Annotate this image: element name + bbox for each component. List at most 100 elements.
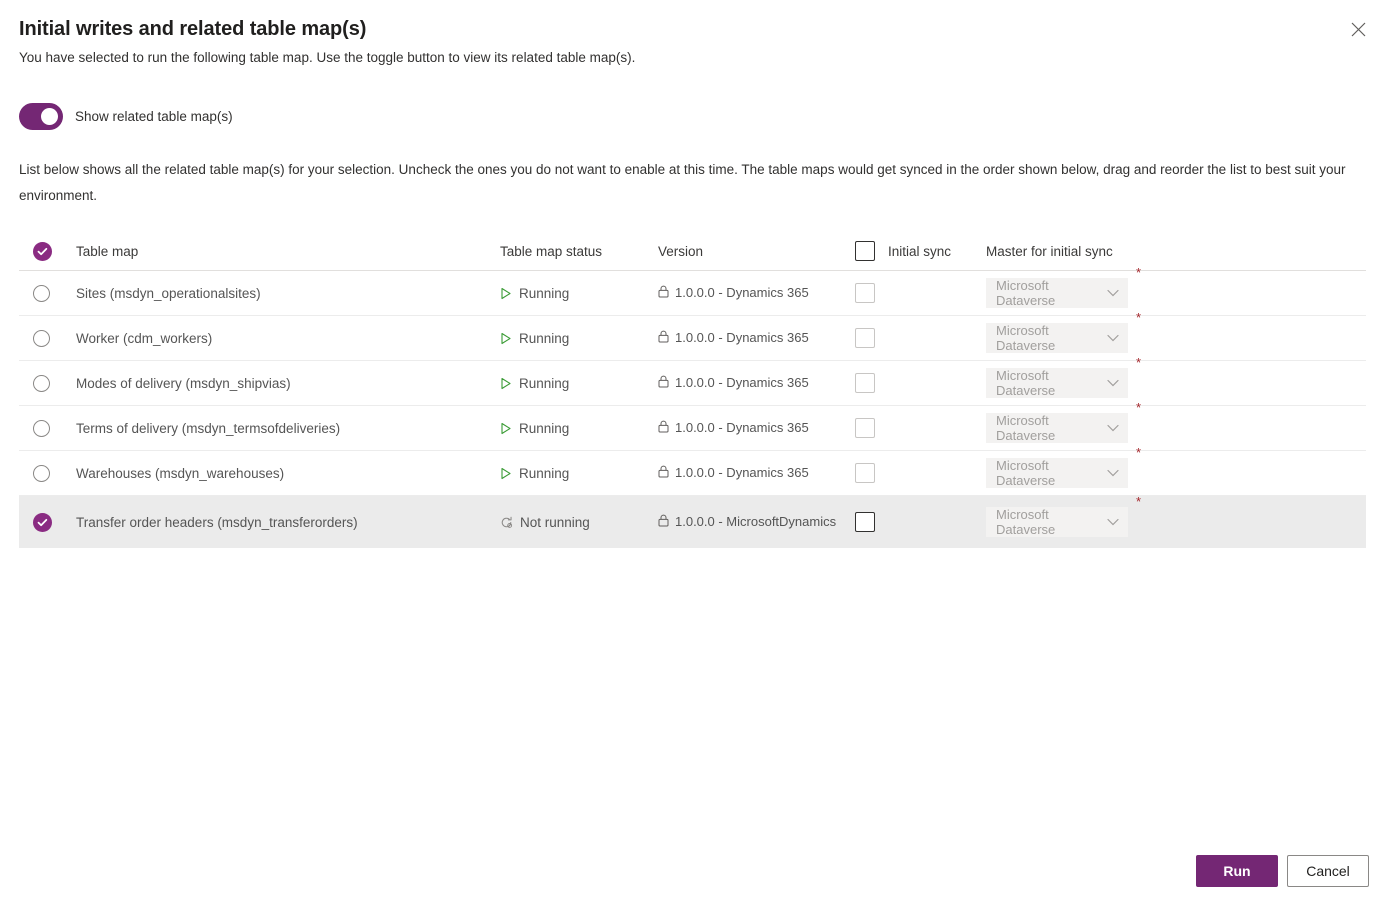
initial-sync-checkbox (855, 283, 875, 303)
table-map-name: Terms of delivery (msdyn_termsofdeliveri… (76, 420, 341, 436)
row-select-circle[interactable] (33, 419, 50, 437)
required-asterisk: * (1136, 400, 1142, 415)
header-master-for-initial-sync: Master for initial sync (986, 243, 1113, 259)
initial-sync-checkbox (855, 328, 875, 348)
master-dropdown-value: Microsoft Dataverse (996, 507, 1056, 537)
initial-sync-checkbox (855, 418, 875, 438)
table-map-name: Transfer order headers (msdyn_transferor… (76, 514, 358, 530)
show-related-table-maps-toggle[interactable] (19, 103, 63, 130)
lock-icon (658, 512, 669, 532)
master-for-initial-sync-cell: Microsoft Dataverse * (969, 495, 1366, 537)
table-row[interactable]: Worker (cdm_workers) Running 1.0.0.0 - Dyn… (19, 311, 1366, 361)
row-selected-checkmark-icon[interactable] (33, 512, 52, 532)
version-text: 1.0.0.0 - Dynamics 365 (675, 375, 809, 390)
table-map-status-text: Running (519, 285, 570, 301)
related-table-maps-table: Table map Table map status Version Initi… (19, 232, 1366, 548)
table-map-name: Warehouses (msdyn_warehouses) (76, 465, 285, 481)
run-button[interactable]: Run (1196, 855, 1278, 887)
table-row[interactable]: Transfer order headers (msdyn_transferor… (19, 495, 1366, 548)
table-map-status-cell: Not running (500, 515, 658, 530)
initial-sync-checkbox[interactable] (855, 512, 875, 532)
initial-sync-checkbox (855, 463, 875, 483)
close-icon (1351, 22, 1366, 40)
header-initial-sync-checkbox[interactable] (855, 241, 875, 261)
version-cell: 1.0.0.0 - Dynamics 365 (658, 418, 838, 438)
row-select-cell (19, 284, 76, 302)
required-asterisk: * (1136, 445, 1142, 460)
master-dropdown-value: Microsoft Dataverse (996, 458, 1056, 488)
header-table-map: Table map (76, 243, 139, 259)
row-select-circle[interactable] (33, 329, 50, 347)
version-cell: 1.0.0.0 - MicrosoftDynamics (658, 512, 838, 532)
master-for-initial-sync-cell: Microsoft Dataverse * (969, 266, 1366, 308)
lock-icon (658, 463, 669, 483)
master-dropdown-wrap: Microsoft Dataverse * (986, 311, 1141, 353)
required-asterisk: * (1136, 265, 1142, 280)
play-icon (500, 377, 512, 390)
table-map-status-text: Running (519, 330, 570, 346)
table-row[interactable]: Terms of delivery (msdyn_termsofdeliveri… (19, 401, 1366, 451)
table-map-status-cell: Running (500, 286, 658, 301)
master-dropdown-value: Microsoft Dataverse (996, 368, 1056, 398)
row-select-cell (19, 419, 76, 437)
version-text: 1.0.0.0 - Dynamics 365 (675, 330, 809, 345)
table-map-status-cell: Running (500, 466, 658, 481)
row-select-cell (19, 464, 76, 482)
dialog-subtitle: You have selected to run the following t… (19, 50, 636, 65)
show-related-toggle-row: Show related table map(s) (19, 103, 233, 130)
table-map-name: Worker (cdm_workers) (76, 330, 213, 346)
play-icon (500, 467, 512, 480)
row-select-circle[interactable] (33, 284, 50, 302)
row-select-circle[interactable] (33, 464, 50, 482)
version-cell: 1.0.0.0 - Dynamics 365 (658, 283, 838, 303)
master-dropdown-value: Microsoft Dataverse (996, 278, 1056, 308)
version-cell: 1.0.0.0 - Dynamics 365 (658, 463, 838, 483)
master-dropdown-value: Microsoft Dataverse (996, 323, 1056, 353)
table-map-status-cell: Running (500, 376, 658, 391)
chevron-down-icon (1107, 379, 1119, 387)
lock-icon (658, 418, 669, 438)
row-select-cell (19, 374, 76, 392)
required-asterisk: * (1136, 310, 1142, 325)
master-for-initial-sync-cell: Microsoft Dataverse * (969, 401, 1366, 443)
chevron-down-icon (1107, 334, 1119, 342)
master-dropdown-wrap: Microsoft Dataverse * (986, 495, 1141, 537)
master-dropdown-wrap: Microsoft Dataverse * (986, 446, 1141, 488)
table-map-status-cell: Running (500, 331, 658, 346)
table-map-name: Modes of delivery (msdyn_shipvias) (76, 375, 291, 391)
required-asterisk: * (1136, 355, 1142, 370)
row-select-circle[interactable] (33, 374, 50, 392)
select-all-checkmark-icon[interactable] (33, 241, 52, 261)
master-for-initial-sync-dropdown: Microsoft Dataverse (986, 413, 1128, 443)
toggle-knob (41, 108, 58, 125)
version-text: 1.0.0.0 - Dynamics 365 (675, 285, 809, 300)
required-asterisk: * (1136, 494, 1142, 509)
version-cell: 1.0.0.0 - Dynamics 365 (658, 328, 838, 348)
cancel-button[interactable]: Cancel (1287, 855, 1369, 887)
table-map-status-text: Running (519, 420, 570, 436)
lock-icon (658, 328, 669, 348)
initial-sync-cell (838, 418, 969, 438)
header-version: Version (658, 243, 704, 259)
header-initial-sync-label: Initial sync (888, 243, 952, 259)
refresh-off-icon (500, 516, 513, 529)
version-text: 1.0.0.0 - MicrosoftDynamics (675, 514, 837, 529)
chevron-down-icon (1107, 469, 1119, 477)
table-row[interactable]: Modes of delivery (msdyn_shipvias) Runnin… (19, 356, 1366, 406)
chevron-down-icon (1107, 518, 1119, 526)
initial-sync-cell (838, 512, 969, 532)
master-for-initial-sync-cell: Microsoft Dataverse * (969, 311, 1366, 353)
close-button[interactable] (1341, 14, 1375, 48)
initial-writes-dialog: Initial writes and related table map(s) … (0, 0, 1389, 907)
master-for-initial-sync-dropdown: Microsoft Dataverse (986, 323, 1128, 353)
master-for-initial-sync-cell: Microsoft Dataverse * (969, 446, 1366, 488)
initial-sync-cell (838, 328, 969, 348)
lock-icon (658, 373, 669, 393)
table-row[interactable]: Warehouses (msdyn_warehouses) Running 1.0.… (19, 446, 1366, 496)
table-row[interactable]: Sites (msdyn_operationalsites) Running 1.0… (19, 266, 1366, 316)
list-instructions: List below shows all the related table m… (19, 162, 1346, 203)
chevron-down-icon (1107, 424, 1119, 432)
table-map-status-text: Not running (520, 514, 590, 530)
header-select-all-cell (19, 241, 76, 261)
toggle-label: Show related table map(s) (75, 109, 233, 124)
